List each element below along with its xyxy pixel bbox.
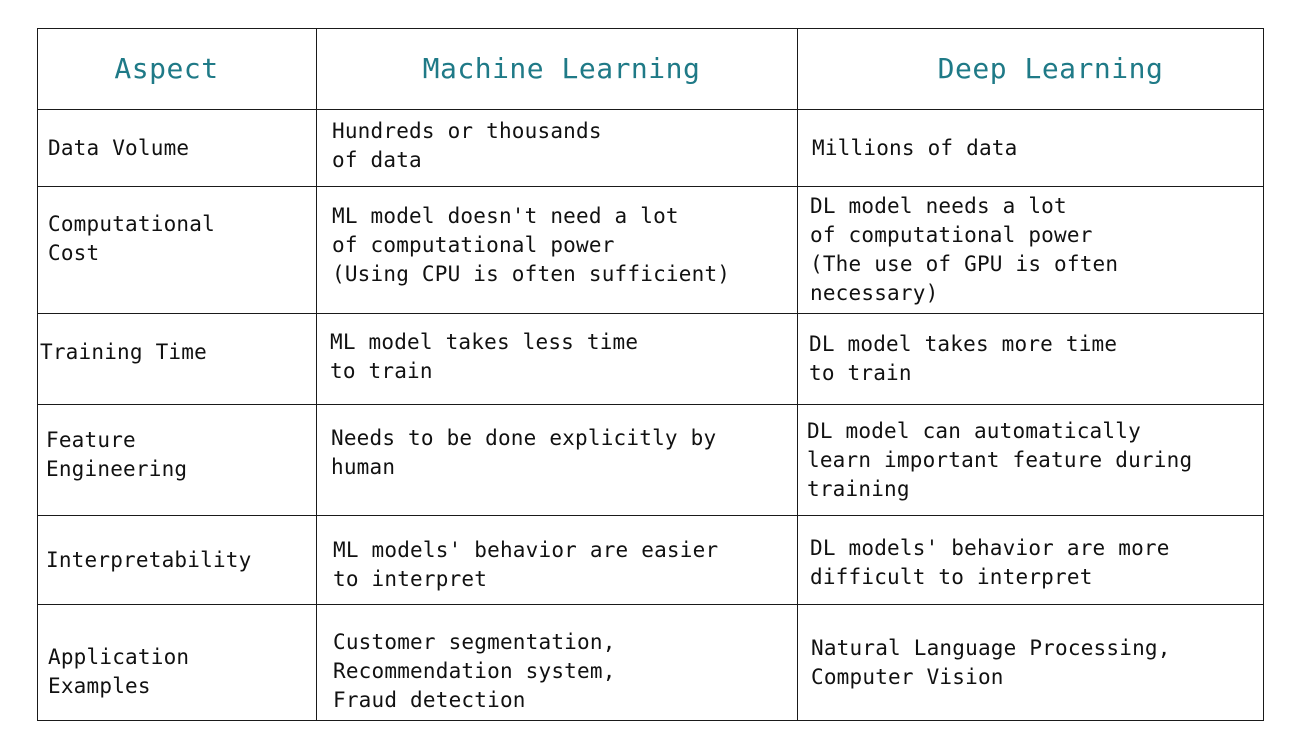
row-4-machine-learning: Needs to be done explicitly by human <box>331 426 717 479</box>
row-3-deep-learning: DL model takes more time to train <box>809 332 1118 385</box>
row-1-deep-learning: Millions of data <box>812 135 1018 160</box>
header-aspect: Aspect <box>114 52 219 85</box>
header-deep-learning: Deep Learning <box>937 52 1164 85</box>
header-machine-learning: Machine Learning <box>422 52 701 85</box>
row-6-aspect: Application Examples <box>48 645 190 698</box>
row-3-machine-learning: ML model takes less time to train <box>330 330 639 383</box>
row-1-aspect: Data Volume <box>48 135 190 160</box>
row-3-aspect: Training Time <box>40 339 207 364</box>
row-2-machine-learning: ML model doesn't need a lot of computati… <box>332 203 731 286</box>
row-5-machine-learning: ML models' behavior are easier to interp… <box>333 538 719 591</box>
column-divider-1 <box>316 28 317 721</box>
row-6-machine-learning: Customer segmentation, Recommendation sy… <box>333 629 616 712</box>
row-4-aspect: Feature Engineering <box>46 428 188 481</box>
row-6-deep-learning: Natural Language Processing, Computer Vi… <box>811 636 1171 689</box>
row-4-deep-learning: DL model can automatically learn importa… <box>807 418 1193 501</box>
row-5-aspect: Interpretability <box>46 547 252 572</box>
row-2-deep-learning: DL model needs a lot of computational po… <box>810 194 1119 305</box>
row-5-deep-learning: DL models' behavior are more difficult t… <box>810 536 1170 589</box>
column-divider-2 <box>797 28 798 721</box>
row-1-machine-learning: Hundreds or thousands of data <box>332 119 602 172</box>
row-2-aspect: Computational Cost <box>48 212 215 265</box>
